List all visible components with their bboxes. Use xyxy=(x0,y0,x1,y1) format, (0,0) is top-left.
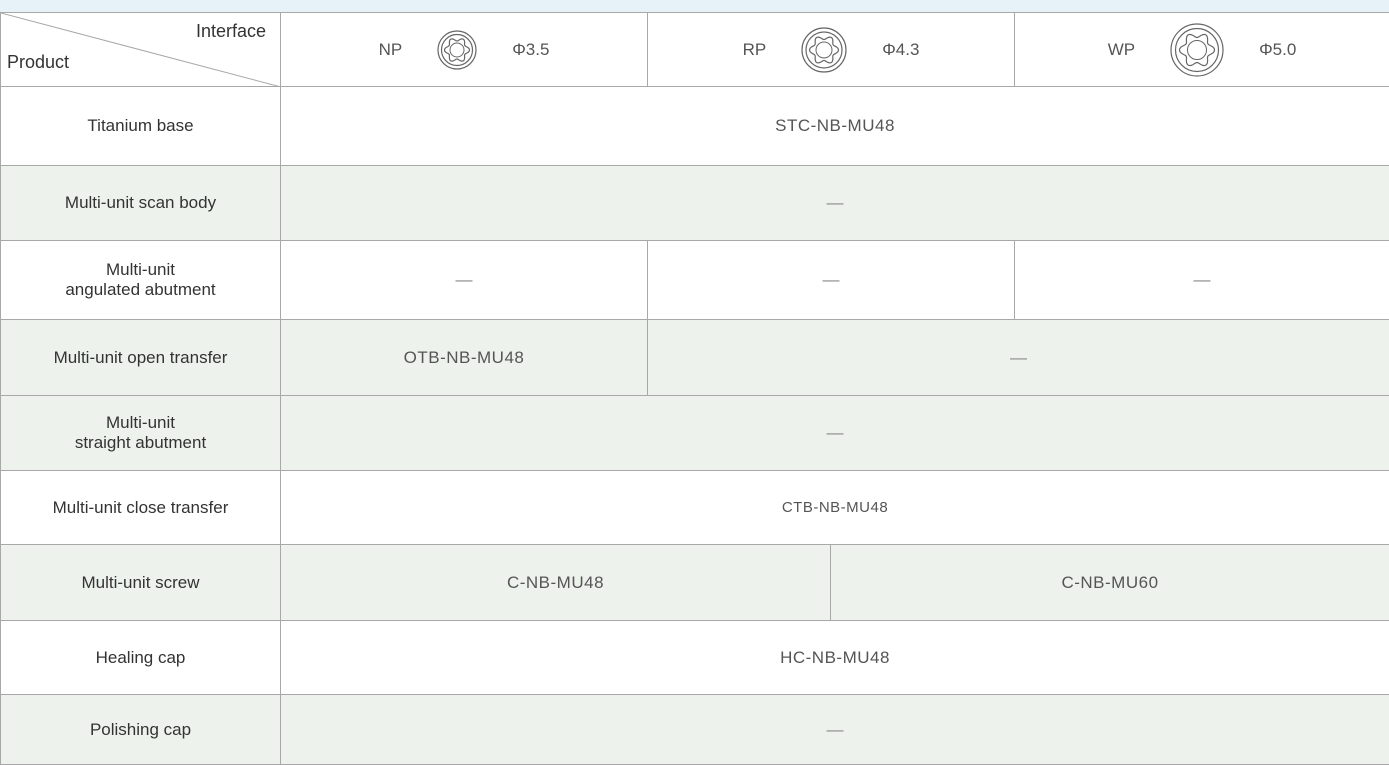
interface-diameter: Φ4.3 xyxy=(882,40,919,60)
product-label: Multi-unit scan body xyxy=(1,166,281,241)
interface-diameter: Φ5.0 xyxy=(1259,40,1296,60)
product-label: Healing cap xyxy=(1,621,281,695)
interface-np-cell: NP Φ3.5 xyxy=(281,13,648,87)
header-row: Interface Product NP Φ3.5 RP xyxy=(1,13,1389,87)
table-row: Healing cap HC-NB-MU48 xyxy=(1,621,1389,695)
product-interface-table: Interface Product NP Φ3.5 RP xyxy=(0,12,1389,765)
product-header-label: Product xyxy=(7,52,69,72)
interface-code: RP xyxy=(743,40,767,60)
part-number: CTB-NB-MU48 xyxy=(281,471,1389,545)
interface-header-label: Interface xyxy=(196,21,266,41)
product-label: Multi-unit close transfer xyxy=(1,471,281,545)
np-interface-icon xyxy=(436,29,478,71)
part-number: STC-NB-MU48 xyxy=(281,87,1389,166)
not-available-dash: — xyxy=(648,241,1015,320)
not-available-dash: — xyxy=(281,241,648,320)
table-row: Polishing cap — xyxy=(1,695,1389,765)
not-available-dash: — xyxy=(281,396,1389,471)
interface-rp-cell: RP Φ4.3 xyxy=(648,13,1015,87)
part-number: C-NB-MU60 xyxy=(831,545,1389,621)
product-label: Multi-unit straight abutment xyxy=(1,396,281,471)
not-available-dash: — xyxy=(648,320,1389,396)
part-number: C-NB-MU48 xyxy=(281,545,831,621)
part-number: HC-NB-MU48 xyxy=(281,621,1389,695)
part-number: OTB-NB-MU48 xyxy=(281,320,648,396)
not-available-dash: — xyxy=(1015,241,1389,320)
rp-interface-icon xyxy=(800,26,848,74)
interface-code: WP xyxy=(1108,40,1135,60)
table-row: Multi-unit open transfer OTB-NB-MU48 — xyxy=(1,320,1389,396)
table-row: Multi-unit angulated abutment — — — xyxy=(1,241,1389,320)
table-row: Multi-unit screw C-NB-MU48 C-NB-MU60 xyxy=(1,545,1389,621)
interface-diameter: Φ3.5 xyxy=(512,40,549,60)
table-row: Multi-unit close transfer CTB-NB-MU48 xyxy=(1,471,1389,545)
not-available-dash: — xyxy=(281,166,1389,241)
top-band xyxy=(0,0,1389,12)
table-row: Titanium base STC-NB-MU48 xyxy=(1,87,1389,166)
product-label: Multi-unit screw xyxy=(1,545,281,621)
product-label: Polishing cap xyxy=(1,695,281,765)
header-corner-cell: Interface Product xyxy=(1,13,281,87)
wp-interface-icon xyxy=(1169,22,1225,78)
product-label: Multi-unit angulated abutment xyxy=(1,241,281,320)
interface-wp-cell: WP Φ5.0 xyxy=(1015,13,1389,87)
table-row: Multi-unit straight abutment — xyxy=(1,396,1389,471)
table-row: Multi-unit scan body — xyxy=(1,166,1389,241)
interface-code: NP xyxy=(379,40,403,60)
product-label: Titanium base xyxy=(1,87,281,166)
not-available-dash: — xyxy=(281,695,1389,765)
product-label: Multi-unit open transfer xyxy=(1,320,281,396)
